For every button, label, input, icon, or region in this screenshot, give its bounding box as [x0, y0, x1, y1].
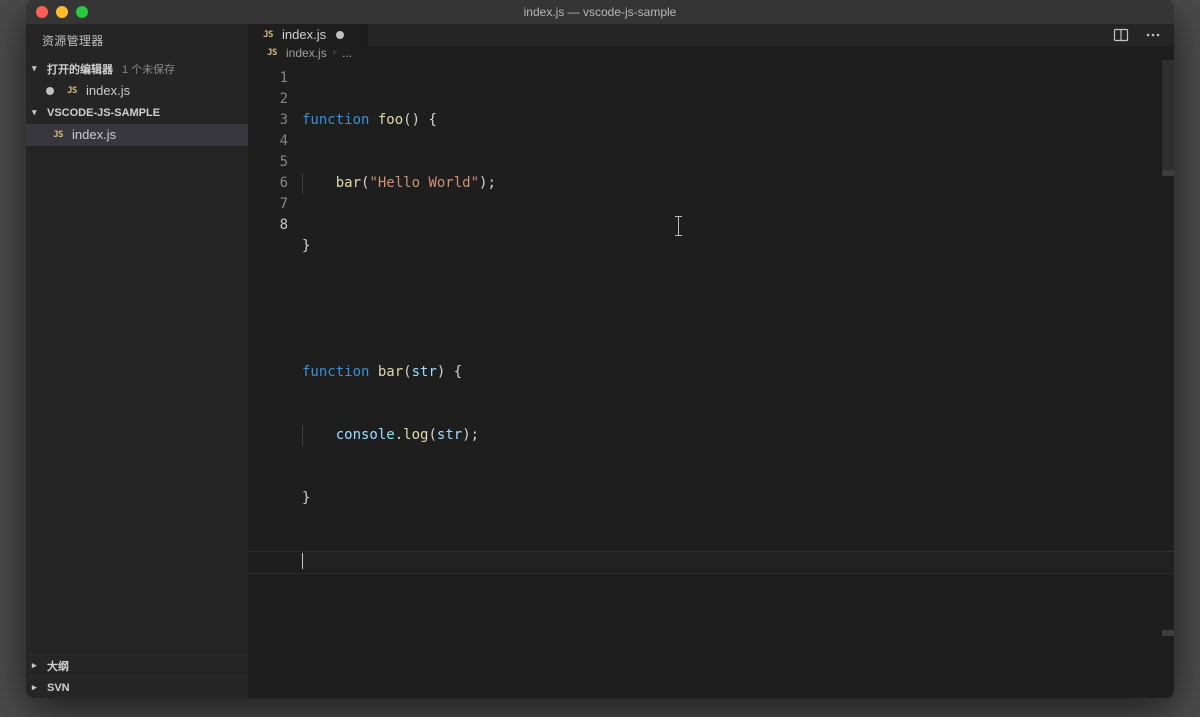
line-number: 4	[248, 131, 288, 152]
split-editor-button[interactable]	[1110, 24, 1132, 46]
js-file-icon: JS	[260, 28, 276, 42]
chevron-down-icon: ▾	[32, 107, 42, 118]
window-controls	[26, 6, 88, 18]
code-line[interactable]: function foo() {	[302, 110, 1174, 131]
code-line[interactable]: function bar(str) {	[302, 362, 1174, 383]
explorer-title: 资源管理器	[42, 32, 104, 49]
line-number: 2	[248, 89, 288, 110]
open-editors-tree: JS index.js	[26, 80, 248, 102]
code-line[interactable]: console.log(str);	[302, 425, 1174, 446]
titlebar[interactable]: index.js — vscode-js-sample	[26, 0, 1174, 24]
line-numbers: 1 2 3 4 5 6 7 8	[248, 60, 298, 698]
code-line[interactable]: }	[302, 236, 1174, 257]
js-file-icon: JS	[64, 84, 80, 98]
file-name: index.js	[72, 127, 116, 142]
line-number: 7	[248, 194, 288, 215]
open-editors-section[interactable]: ▾ 打开的编辑器 1 个未保存	[26, 58, 248, 80]
main-layout: 资源管理器 ▾ 打开的编辑器 1 个未保存 JS index.js ▾ VSCO…	[26, 24, 1174, 698]
breadcrumb-file[interactable]: index.js	[286, 46, 327, 60]
line-number: 1	[248, 68, 288, 89]
chevron-right-icon: ▸	[32, 660, 42, 671]
unsaved-badge: 1 个未保存	[122, 61, 175, 77]
js-file-icon: JS	[50, 128, 66, 142]
outline-section[interactable]: ▸ 大纲	[26, 654, 248, 676]
sidebar: 资源管理器 ▾ 打开的编辑器 1 个未保存 JS index.js ▾ VSCO…	[26, 24, 248, 698]
workspace-section[interactable]: ▾ VSCODE-JS-SAMPLE	[26, 102, 248, 124]
code-line[interactable]	[302, 299, 1174, 320]
chevron-right-icon: ▸	[32, 682, 42, 693]
editor-area: JS index.js	[248, 24, 1174, 698]
line-number: 3	[248, 110, 288, 131]
open-editors-label: 打开的编辑器	[47, 61, 113, 77]
overview-ruler[interactable]	[1162, 60, 1174, 170]
line-number: 5	[248, 152, 288, 173]
overview-ruler-mark	[1162, 630, 1174, 636]
tab-actions	[1100, 24, 1174, 46]
workspace-tree: JS index.js	[26, 124, 248, 146]
minimize-window-button[interactable]	[56, 6, 68, 18]
line-number: 8	[248, 215, 288, 236]
svn-label: SVN	[47, 682, 70, 694]
outline-label: 大纲	[47, 658, 69, 674]
open-editor-item[interactable]: JS index.js	[26, 80, 248, 102]
tab-bar: JS index.js	[248, 24, 1174, 46]
close-window-button[interactable]	[36, 6, 48, 18]
workspace-label: VSCODE-JS-SAMPLE	[47, 107, 160, 119]
svn-section[interactable]: ▸ SVN	[26, 676, 248, 698]
sidebar-bottom-sections: ▸ 大纲 ▸ SVN	[26, 654, 248, 698]
more-actions-button[interactable]	[1142, 24, 1164, 46]
breadcrumb-separator-icon: ›	[333, 47, 336, 58]
js-file-icon: JS	[264, 46, 280, 60]
file-item[interactable]: JS index.js	[26, 124, 248, 146]
unsaved-dot-icon	[46, 87, 54, 95]
code-editor[interactable]: 1 2 3 4 5 6 7 8 function foo() { bar("He…	[248, 60, 1174, 698]
code-line[interactable]: bar("Hello World");	[302, 173, 1174, 194]
overview-ruler-mark	[1162, 170, 1174, 176]
code-content[interactable]: function foo() { bar("Hello World"); } f…	[298, 60, 1174, 698]
editor-tab[interactable]: JS index.js	[248, 24, 368, 46]
tab-label: index.js	[282, 27, 326, 42]
unsaved-dot-icon	[336, 31, 344, 39]
ibeam-cursor	[678, 217, 679, 235]
explorer-header: 资源管理器	[26, 24, 248, 58]
chevron-down-icon: ▾	[32, 63, 42, 74]
code-line[interactable]: }	[302, 488, 1174, 509]
maximize-window-button[interactable]	[76, 6, 88, 18]
code-line[interactable]	[302, 551, 1174, 572]
sidebar-spacer	[26, 146, 248, 654]
open-editor-name: index.js	[86, 83, 130, 98]
breadcrumb-more[interactable]: ...	[342, 46, 352, 60]
text-cursor	[302, 553, 303, 569]
app-window: index.js — vscode-js-sample 资源管理器 ▾ 打开的编…	[26, 0, 1174, 698]
window-title: index.js — vscode-js-sample	[26, 5, 1174, 19]
line-number: 6	[248, 173, 288, 194]
breadcrumbs[interactable]: JS index.js › ...	[248, 46, 1174, 60]
